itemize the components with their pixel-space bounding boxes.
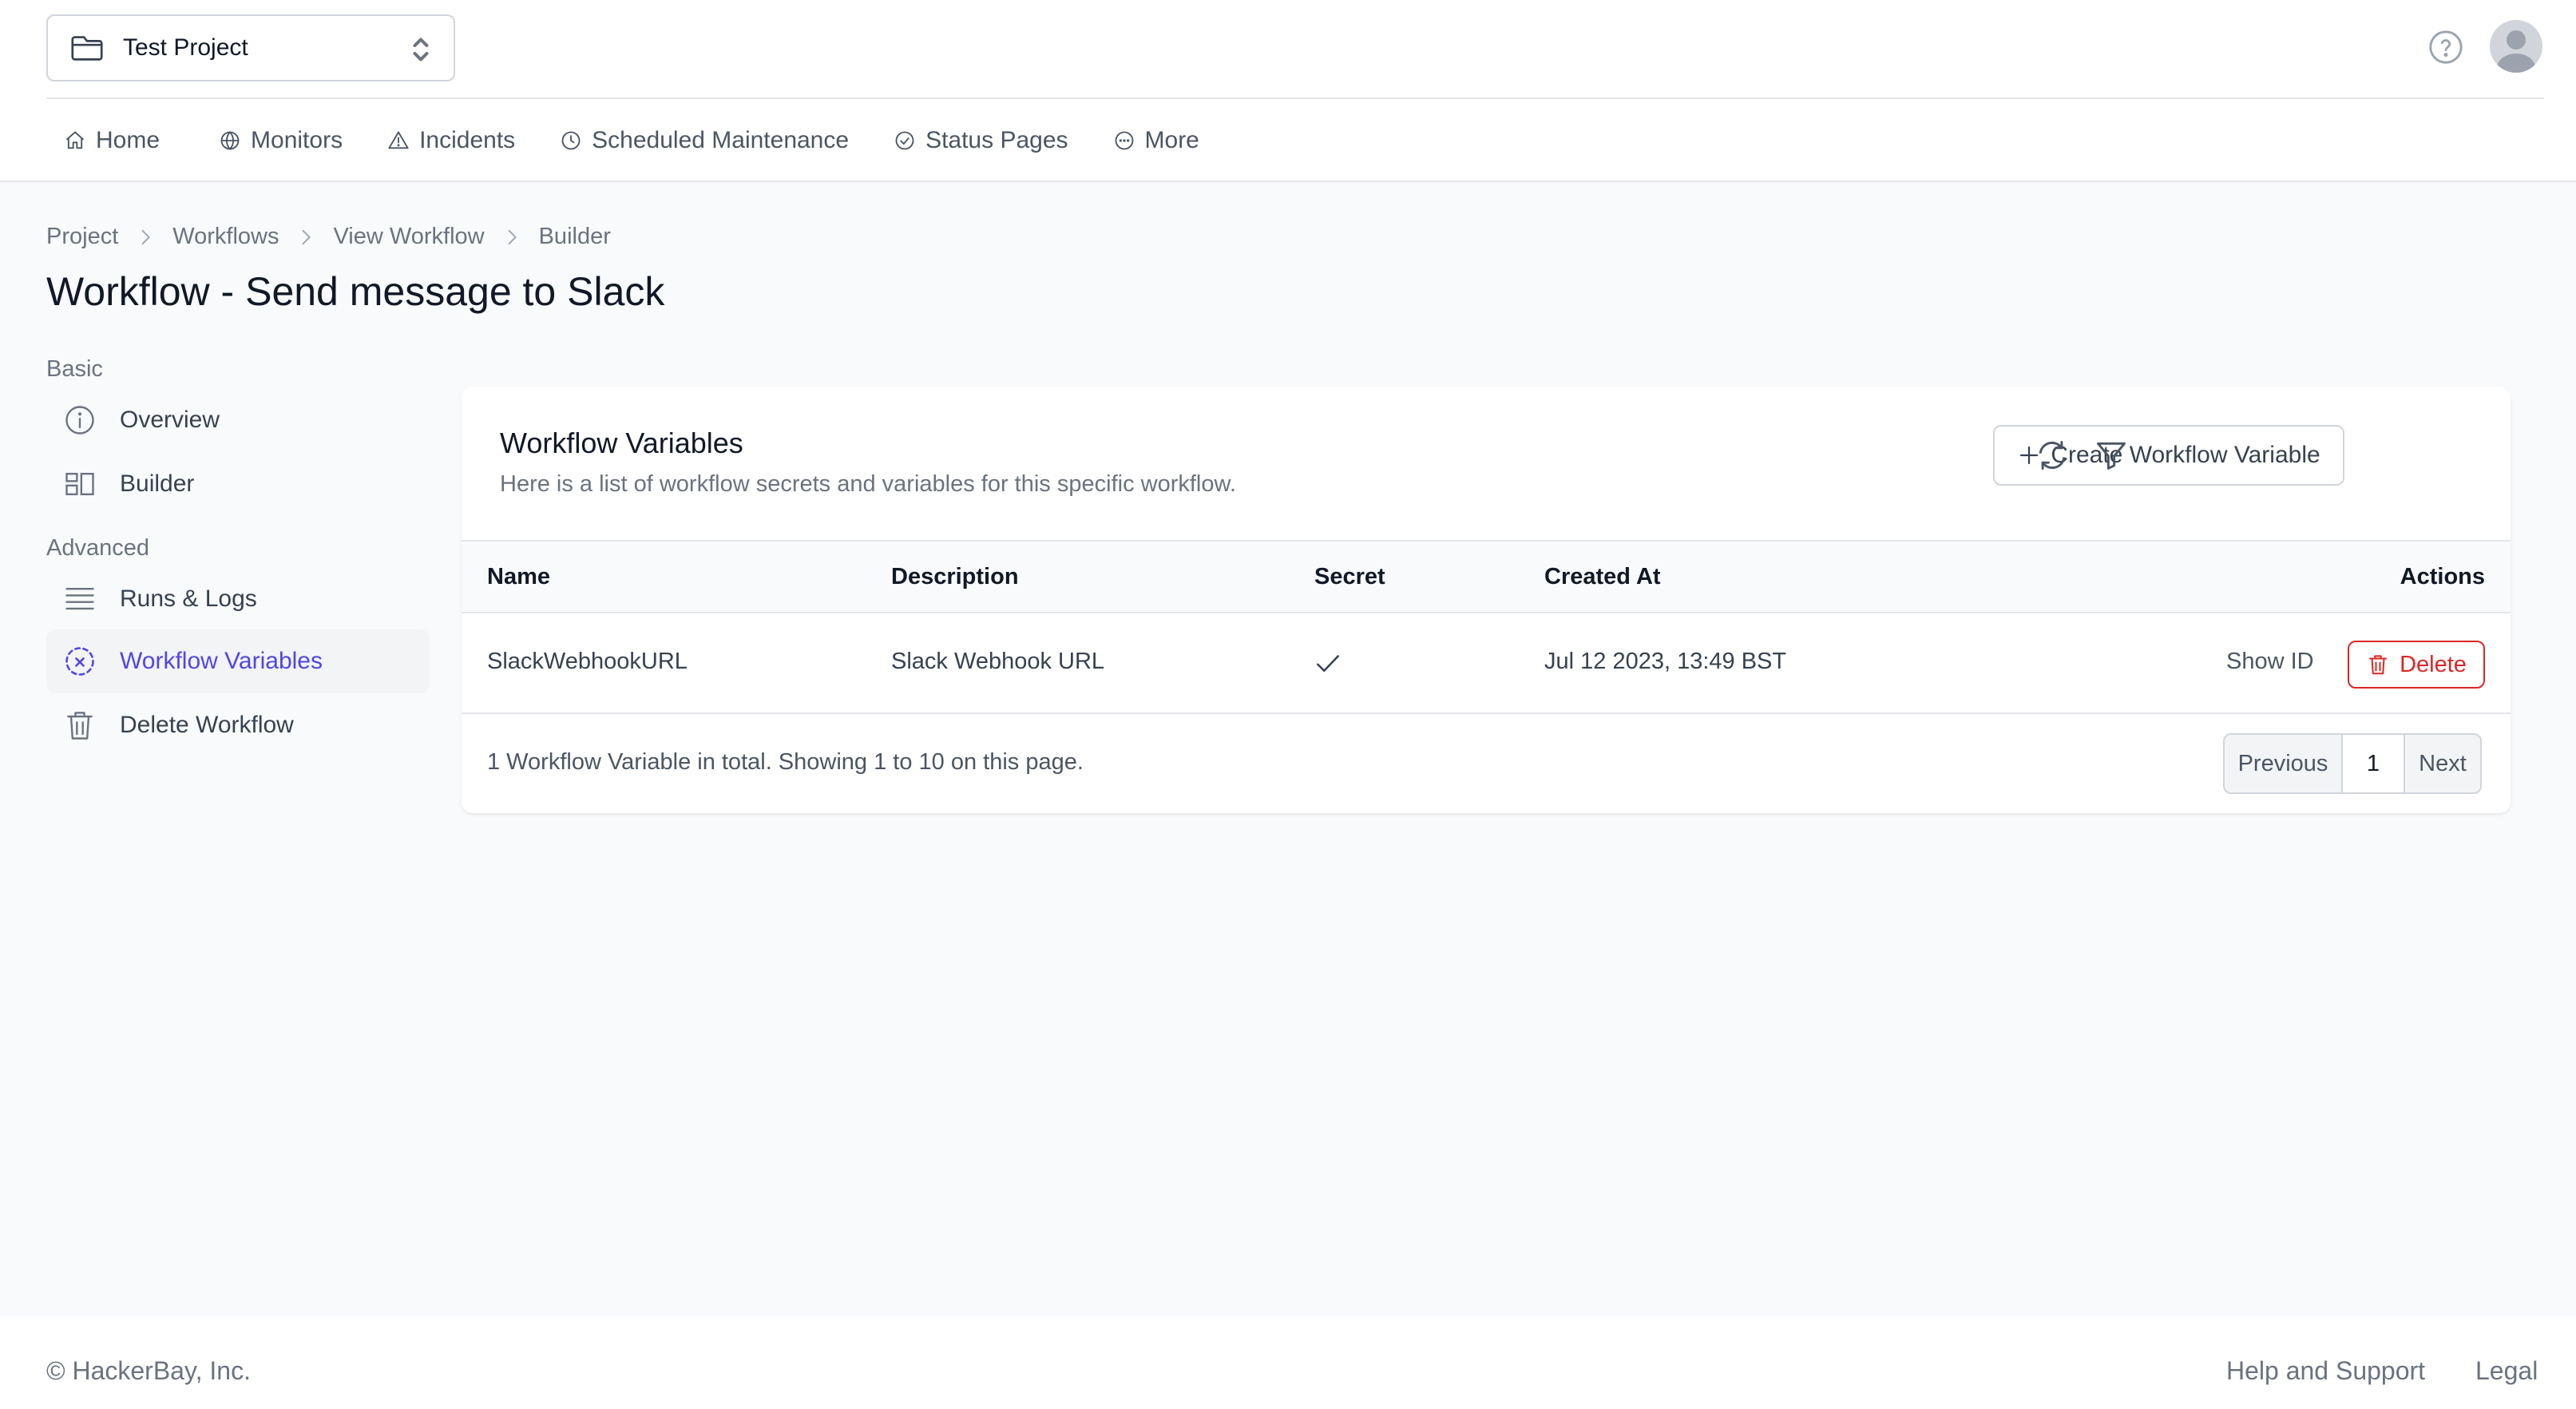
nav-item-monitors[interactable]: Monitors	[219, 127, 343, 154]
nav-item-scheduled-maintenance[interactable]: Scheduled Maintenance	[560, 127, 849, 154]
nav-label-home: Home	[96, 127, 161, 153]
breadcrumb-builder[interactable]: Builder	[539, 224, 611, 250]
next-page-button[interactable]: Next	[2405, 735, 2480, 792]
delete-button[interactable]: Delete	[2348, 641, 2485, 689]
legal-link[interactable]: Legal	[2475, 1356, 2538, 1386]
cell-name: SlackWebhookURL	[487, 649, 688, 674]
column-header-actions: Actions	[2400, 564, 2485, 589]
card-title: Workflow Variables	[500, 427, 743, 459]
workflow-variables-card: Workflow Variables Here is a list of wor…	[462, 387, 2511, 813]
breadcrumb-view-workflow[interactable]: View Workflow	[333, 224, 484, 250]
sidebar-label-overview: Overview	[120, 407, 220, 433]
table-row: SlackWebhookURL Slack Webhook URL Jul 12…	[462, 613, 2511, 714]
more-circle-icon	[1115, 131, 1133, 150]
folder-icon	[71, 36, 103, 61]
column-header-name: Name	[487, 564, 550, 589]
home-icon	[65, 131, 85, 149]
footer: © HackerBay, Inc. Help and Support Legal	[0, 1316, 2576, 1409]
help-and-support-link[interactable]: Help and Support	[2226, 1356, 2425, 1386]
breadcrumb-workflows[interactable]: Workflows	[172, 224, 279, 250]
globe-icon	[220, 131, 240, 150]
sidebar-label-workflow-variables: Workflow Variables	[120, 648, 323, 674]
sidebar-item-overview[interactable]: Overview	[46, 388, 430, 452]
table-summary: 1 Workflow Variable in total. Showing 1 …	[487, 749, 1084, 775]
column-header-secret: Secret	[1314, 564, 1385, 589]
chevron-right-icon	[141, 229, 150, 244]
sidebar-item-workflow-variables[interactable]: Workflow Variables	[46, 629, 430, 693]
main-nav: Home Monitors Incidents Scheduled Mainte…	[46, 120, 1199, 161]
trash-icon	[2369, 655, 2388, 675]
project-selector[interactable]: Test Project	[46, 14, 455, 81]
builder-icon	[65, 472, 94, 496]
current-page-number[interactable]: 1	[2343, 735, 2405, 792]
create-button-label: Create Workflow Variable	[2051, 442, 2320, 468]
breadcrumb: Project Workflows View Workflow Builder	[46, 224, 611, 250]
user-avatar-icon	[2497, 30, 2535, 73]
filter-icon[interactable]	[2094, 438, 2129, 473]
top-header: Test Project Home Monitors Incidents Sch…	[0, 0, 2576, 182]
check-circle-icon	[895, 131, 914, 150]
column-header-created-at: Created At	[1544, 564, 1661, 589]
copyright-text: © HackerBay, Inc.	[46, 1356, 251, 1385]
trash-icon	[67, 712, 93, 740]
nav-item-home[interactable]: Home	[64, 127, 160, 154]
cell-description: Slack Webhook URL	[891, 649, 1105, 674]
nav-label-status-pages: Status Pages	[925, 127, 1068, 153]
nav-label-scheduled-maintenance: Scheduled Maintenance	[592, 127, 850, 153]
refresh-icon[interactable]	[2035, 438, 2070, 473]
clock-icon	[561, 131, 581, 150]
sidebar-item-builder[interactable]: Builder	[46, 452, 430, 516]
info-icon	[65, 406, 94, 435]
breadcrumb-project[interactable]: Project	[46, 224, 118, 250]
header-divider	[46, 97, 2544, 99]
pagination: Previous 1 Next	[2223, 733, 2482, 794]
previous-page-button[interactable]: Previous	[2225, 735, 2343, 792]
column-header-description: Description	[891, 564, 1019, 589]
nav-label-more: More	[1144, 127, 1199, 153]
nav-label-incidents: Incidents	[419, 127, 516, 153]
project-name: Test Project	[123, 34, 248, 61]
sidebar-label-delete-workflow: Delete Workflow	[120, 712, 294, 738]
side-section-advanced: Advanced	[46, 535, 149, 561]
sidebar-label-builder: Builder	[120, 470, 195, 497]
help-icon[interactable]	[2427, 29, 2464, 65]
nav-item-more[interactable]: More	[1113, 127, 1199, 154]
chevron-right-icon	[508, 229, 517, 244]
chevron-right-icon	[303, 229, 311, 244]
card-description: Here is a list of workflow secrets and v…	[500, 471, 1236, 497]
delete-button-label: Delete	[2400, 651, 2467, 677]
show-id-button[interactable]: Show ID	[2226, 649, 2314, 675]
variable-icon	[65, 647, 94, 676]
nav-item-incidents[interactable]: Incidents	[387, 127, 515, 154]
nav-item-status-pages[interactable]: Status Pages	[894, 127, 1068, 154]
alert-triangle-icon	[388, 131, 409, 149]
table-header: Name Description Secret Created At Actio…	[462, 540, 2511, 613]
cell-created-at: Jul 12 2023, 13:49 BST	[1544, 649, 1787, 674]
page-title: Workflow - Send message to Slack	[46, 269, 665, 314]
checkmark-icon	[1317, 655, 1339, 672]
avatar[interactable]	[2490, 20, 2542, 73]
sidebar-item-delete-workflow[interactable]: Delete Workflow	[46, 693, 430, 757]
sidebar-label-runs-logs: Runs & Logs	[120, 585, 257, 612]
nav-label-monitors: Monitors	[251, 127, 343, 153]
chevron-up-down-icon	[413, 38, 429, 62]
side-section-basic: Basic	[46, 356, 103, 382]
sidebar-item-runs-logs[interactable]: Runs & Logs	[46, 567, 430, 631]
list-icon	[65, 587, 94, 610]
